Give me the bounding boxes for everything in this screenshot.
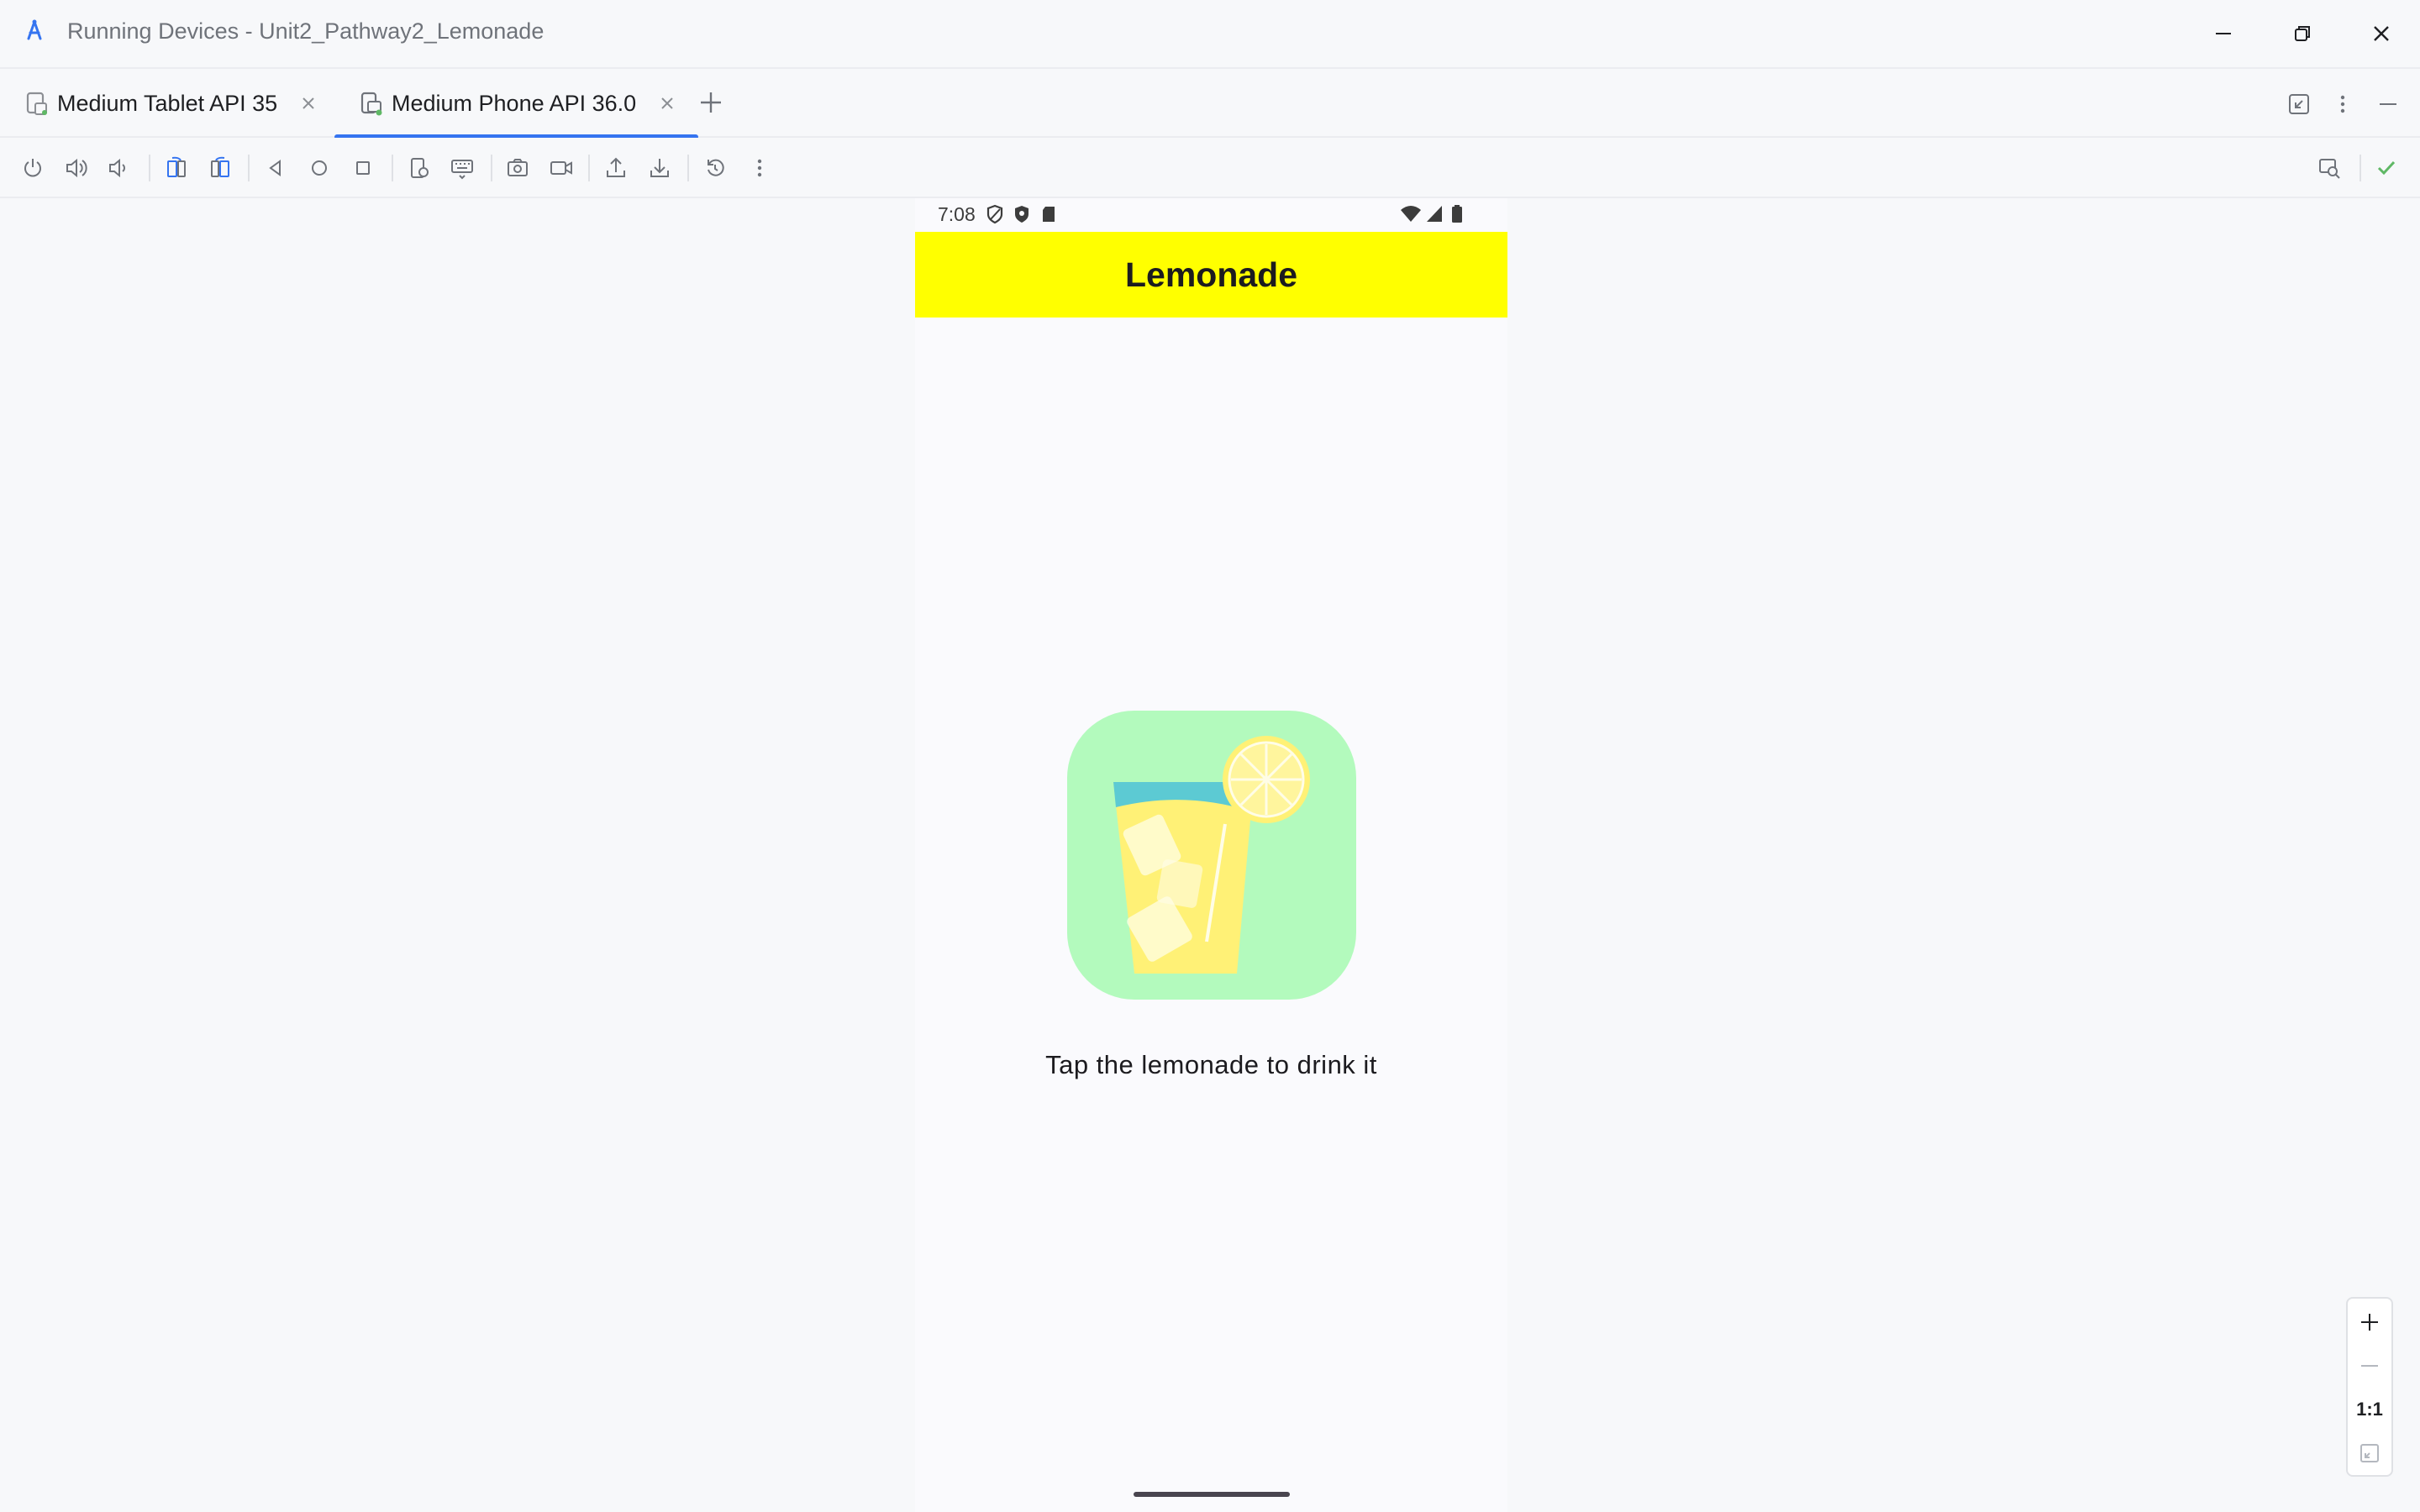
restore-icon [2295, 26, 2310, 41]
fit-screen-button[interactable] [2348, 1431, 2391, 1475]
power-icon [24, 159, 41, 177]
more-options-button[interactable] [743, 151, 776, 185]
android-studio-logo-icon [27, 19, 42, 40]
instruction-text: Tap the lemonade to drink it [1045, 1050, 1377, 1079]
push-file-button[interactable] [599, 151, 633, 185]
rotate-left-icon [167, 156, 186, 177]
keyboard-icon [451, 160, 473, 180]
screenshot-button[interactable] [501, 151, 534, 185]
rotate-right-icon [211, 156, 229, 177]
actual-size-button[interactable]: 1:1 [2348, 1388, 2391, 1431]
gesture-navigation-bar[interactable] [1134, 1492, 1290, 1497]
add-device-icon[interactable] [694, 86, 728, 119]
reset-button[interactable] [698, 151, 732, 185]
overview-button[interactable] [346, 151, 380, 185]
device-mirroring-button[interactable] [2312, 151, 2346, 185]
tab-medium-phone[interactable]: Medium Phone API 36.0 [334, 69, 699, 139]
app-bar: Lemonade [915, 232, 1507, 318]
status-ok-indicator [2370, 151, 2403, 185]
push-file-icon [607, 157, 625, 177]
battery-icon [1452, 205, 1462, 223]
minus-icon [2361, 1365, 2378, 1367]
screenshot-icon [508, 159, 528, 176]
tab-label: Medium Phone API 36.0 [392, 90, 637, 116]
zoom-out-button[interactable] [2348, 1344, 2391, 1388]
volume-up-button[interactable] [59, 151, 92, 185]
device-screen[interactable]: 7:08 Lemonade Tap the lemonade to drink … [915, 198, 1507, 1512]
overview-icon [356, 161, 370, 175]
restore-button[interactable] [2277, 12, 2328, 55]
tab-medium-tablet[interactable]: Medium Tablet API 35 [0, 69, 339, 138]
title-bar: Running Devices - Unit2_Pathway2_Lemonad… [0, 0, 2420, 67]
power-button[interactable] [16, 151, 50, 185]
actual-size-label: 1:1 [2356, 1399, 2383, 1420]
close-tab-icon[interactable] [301, 96, 316, 111]
screen-record-button[interactable] [544, 151, 578, 185]
back-button[interactable] [259, 151, 292, 185]
close-tab-icon[interactable] [660, 96, 675, 111]
pull-file-button[interactable] [643, 151, 676, 185]
security-shield-icon [1015, 206, 1028, 223]
wifi-icon [1401, 206, 1421, 222]
home-icon [312, 160, 327, 176]
plus-icon [2361, 1314, 2378, 1331]
status-time: 7:08 [938, 203, 976, 225]
zoom-controls: 1:1 [2346, 1297, 2393, 1477]
device-mirror-icon [2319, 159, 2340, 179]
options-menu-button[interactable] [2326, 87, 2360, 121]
fit-screen-icon [2360, 1444, 2379, 1462]
tablet-device-icon [26, 92, 47, 115]
snapshots-button[interactable] [402, 151, 436, 185]
lemonade-glass-icon [1113, 736, 1310, 974]
zoom-in-button[interactable] [2348, 1300, 2391, 1344]
minimize-button[interactable] [2198, 12, 2249, 55]
tab-label: Medium Tablet API 35 [57, 90, 278, 116]
rotate-left-button[interactable] [160, 151, 193, 185]
device-toolbar [0, 138, 2420, 198]
lemonade-image-button[interactable] [1067, 711, 1356, 1000]
reset-icon [708, 159, 724, 176]
sd-card-icon [1043, 207, 1055, 222]
back-icon [269, 160, 281, 176]
screen-record-icon [550, 161, 572, 175]
minimize-panel-icon [2380, 103, 2396, 105]
more-icon [757, 159, 762, 177]
collapse-window-icon [2289, 94, 2309, 114]
status-bar: 7:08 [915, 198, 1507, 232]
close-window-button[interactable] [2356, 12, 2407, 55]
app-title: Lemonade [1124, 255, 1298, 294]
collapse-button[interactable] [2282, 87, 2316, 121]
minimize-icon [2216, 33, 2231, 34]
device-tab-bar: Medium Tablet API 35 Medium Phone API 36… [0, 67, 2420, 139]
hide-panel-button[interactable] [2371, 87, 2405, 121]
pull-file-icon [650, 159, 669, 177]
window-title: Running Devices - Unit2_Pathway2_Lemonad… [67, 18, 544, 44]
checkmark-icon [2377, 160, 2396, 176]
keyboard-button[interactable] [445, 151, 479, 185]
home-button[interactable] [302, 151, 336, 185]
rotate-right-button[interactable] [203, 151, 237, 185]
close-icon [2374, 26, 2389, 41]
snapshot-icon [411, 158, 429, 178]
volume-down-icon [109, 158, 125, 178]
more-vertical-icon [2340, 95, 2345, 113]
vpn-shield-icon [986, 204, 1003, 224]
volume-up-icon [66, 158, 87, 178]
phone-device-icon [360, 92, 382, 116]
cell-signal-icon [1427, 206, 1442, 222]
volume-down-button[interactable] [101, 151, 134, 185]
